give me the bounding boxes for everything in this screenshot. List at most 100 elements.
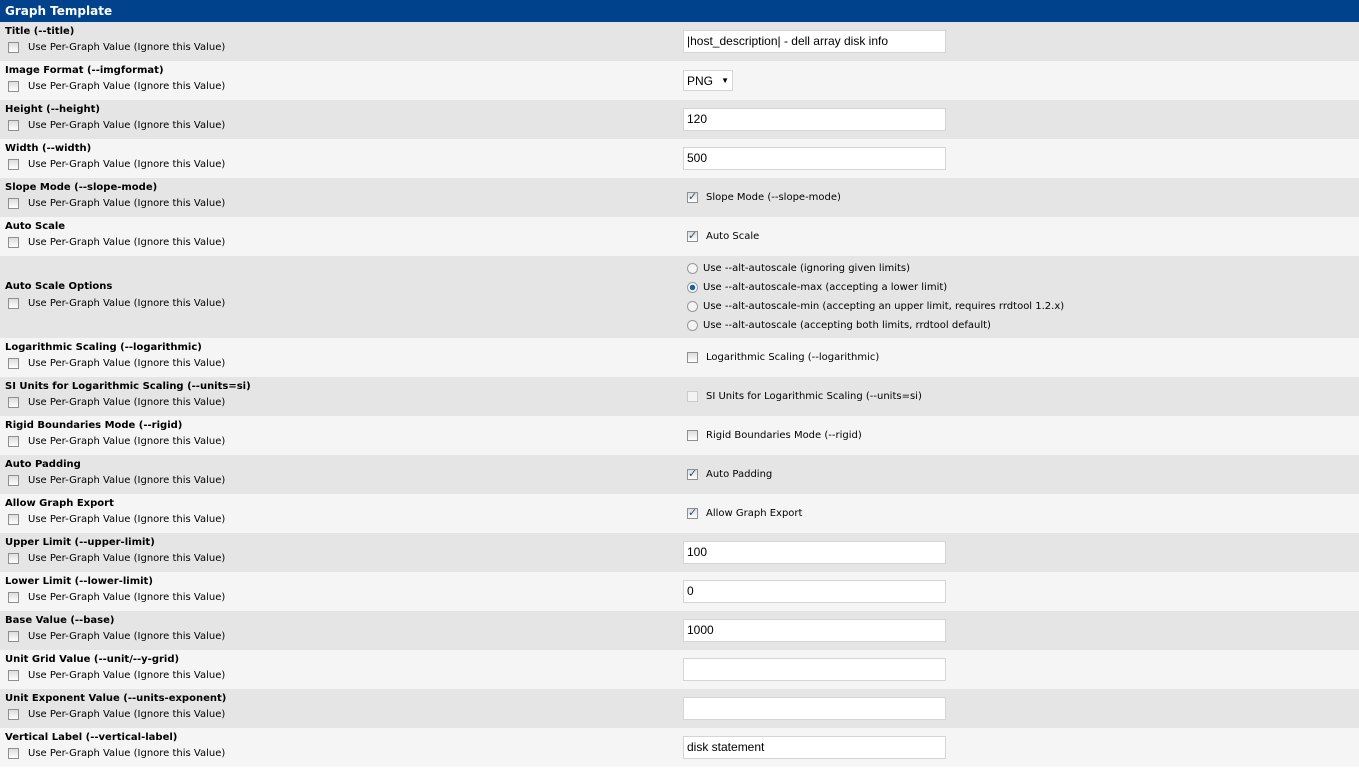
field-row-slope-mode-slope-mode: Slope Mode (--slope-mode) Use Per-Graph V… <box>0 178 1359 217</box>
allow-graph-export-checkbox[interactable] <box>687 506 698 519</box>
use-per-graph-value-label: Use Per-Graph Value (Ignore this Value) <box>28 514 226 525</box>
field-row-title-title: Title (--title) Use Per-Graph Value (Igno… <box>0 22 1359 61</box>
use-per-graph-value-checkbox[interactable] <box>8 198 19 209</box>
field-row-unit-exponent-value-units-exponent: Unit Exponent Value (--units-exponent) Us… <box>0 689 1359 728</box>
checkbox-label: Logarithmic Scaling (--logarithmic) <box>706 352 880 363</box>
field-label: Logarithmic Scaling (--logarithmic) <box>5 341 202 353</box>
height-height-input[interactable]: 120 <box>683 108 946 131</box>
lower-limit-lower-limit-input[interactable]: 0 <box>683 580 946 603</box>
field-row-vertical-label-vertical-label: Vertical Label (--vertical-label) Use Per… <box>0 728 1359 767</box>
use-per-graph-value-checkbox[interactable] <box>8 709 19 720</box>
unit-grid-value-unit-y-grid-input[interactable] <box>683 658 946 681</box>
checkbox-label: Auto Scale <box>706 231 760 242</box>
checkbox-label: Auto Padding <box>706 469 773 480</box>
field-label: Slope Mode (--slope-mode) <box>5 181 158 193</box>
use-per-graph-value-label: Use Per-Graph Value (Ignore this Value) <box>28 397 226 408</box>
width-width-input[interactable]: 500 <box>683 147 946 170</box>
use-per-graph-value-checkbox[interactable] <box>8 358 19 369</box>
title-title-input[interactable]: |host_description| - dell array disk inf… <box>683 30 946 53</box>
use-per-graph-value-checkbox[interactable] <box>8 475 19 486</box>
field-label: Vertical Label (--vertical-label) <box>5 731 178 743</box>
field-label: Height (--height) <box>5 103 100 115</box>
use-per-graph-value-label: Use Per-Graph Value (Ignore this Value) <box>28 81 226 92</box>
autoscale-option-radio[interactable]: Use --alt-autoscale-max (accepting a low… <box>687 278 1359 297</box>
use-per-graph-value-label: Use Per-Graph Value (Ignore this Value) <box>28 592 226 603</box>
field-row-height-height: Height (--height) Use Per-Graph Value (Ig… <box>0 100 1359 139</box>
use-per-graph-value-checkbox[interactable] <box>8 297 19 309</box>
use-per-graph-value-checkbox[interactable] <box>8 397 19 408</box>
use-per-graph-value-checkbox[interactable] <box>8 81 19 92</box>
field-row-logarithmic-scaling-logarithmic: Logarithmic Scaling (--logarithmic) Use P… <box>0 338 1359 377</box>
use-per-graph-value-checkbox[interactable] <box>8 553 19 564</box>
field-row-image-format-imgformat: Image Format (--imgformat) Use Per-Graph … <box>0 61 1359 100</box>
graph-template-form: Title (--title) Use Per-Graph Value (Igno… <box>0 22 1359 767</box>
field-row-lower-limit-lower-limit: Lower Limit (--lower-limit) Use Per-Graph… <box>0 572 1359 611</box>
field-label: Lower Limit (--lower-limit) <box>5 575 153 587</box>
upper-limit-upper-limit-input[interactable]: 100 <box>683 541 946 564</box>
auto-padding-checkbox[interactable] <box>687 467 698 480</box>
radio-label: Use --alt-autoscale (ignoring given limi… <box>703 263 911 274</box>
field-label: Auto Padding <box>5 458 81 470</box>
logarithmic-scaling-logarithmic-checkbox[interactable] <box>687 352 698 363</box>
use-per-graph-value-checkbox[interactable] <box>8 42 19 53</box>
field-row-auto-padding: Auto Padding Use Per-Graph Value (Ignore … <box>0 455 1359 494</box>
use-per-graph-value-label: Use Per-Graph Value (Ignore this Value) <box>28 120 226 131</box>
use-per-graph-value-label: Use Per-Graph Value (Ignore this Value) <box>28 475 226 486</box>
base-value-base-input[interactable]: 1000 <box>683 619 946 642</box>
use-per-graph-value-label: Use Per-Graph Value (Ignore this Value) <box>28 159 226 170</box>
field-row-rigid-boundaries-mode-rigid: Rigid Boundaries Mode (--rigid) Use Per-G… <box>0 416 1359 455</box>
use-per-graph-value-checkbox[interactable] <box>8 120 19 131</box>
use-per-graph-value-label: Use Per-Graph Value (Ignore this Value) <box>28 297 226 309</box>
si-units-for-logarithmic-scaling-units-si-checkbox[interactable] <box>687 391 698 402</box>
checkbox-label: SI Units for Logarithmic Scaling (--unit… <box>706 391 922 402</box>
vertical-label-vertical-label-input[interactable]: disk statement <box>683 736 946 759</box>
use-per-graph-value-label: Use Per-Graph Value (Ignore this Value) <box>28 358 226 369</box>
use-per-graph-value-checkbox[interactable] <box>8 748 19 759</box>
radio-label: Use --alt-autoscale-max (accepting a low… <box>703 282 948 293</box>
radio-button[interactable] <box>687 301 698 312</box>
field-row-auto-scale: Auto Scale Use Per-Graph Value (Ignore th… <box>0 217 1359 256</box>
field-label: SI Units for Logarithmic Scaling (--unit… <box>5 380 251 392</box>
use-per-graph-value-checkbox[interactable] <box>8 670 19 681</box>
use-per-graph-value-checkbox[interactable] <box>8 631 19 642</box>
field-label: Width (--width) <box>5 142 92 154</box>
chevron-down-icon: ▼ <box>721 76 729 85</box>
field-row-base-value-base: Base Value (--base) Use Per-Graph Value (… <box>0 611 1359 650</box>
checkbox-label: Slope Mode (--slope-mode) <box>706 192 841 203</box>
use-per-graph-value-checkbox[interactable] <box>8 592 19 603</box>
use-per-graph-value-checkbox[interactable] <box>8 436 19 447</box>
auto-scale-checkbox[interactable] <box>687 229 698 242</box>
field-label: Image Format (--imgformat) <box>5 64 164 76</box>
unit-exponent-value-units-exponent-input[interactable] <box>683 697 946 720</box>
use-per-graph-value-label: Use Per-Graph Value (Ignore this Value) <box>28 42 226 53</box>
autoscale-option-radio[interactable]: Use --alt-autoscale (accepting both limi… <box>687 316 1359 335</box>
radio-button[interactable] <box>687 263 698 274</box>
field-row-upper-limit-upper-limit: Upper Limit (--upper-limit) Use Per-Graph… <box>0 533 1359 572</box>
checkbox-label: Allow Graph Export <box>706 508 803 519</box>
field-label: Auto Scale <box>5 220 66 232</box>
use-per-graph-value-checkbox[interactable] <box>8 159 19 170</box>
autoscale-option-radio[interactable]: Use --alt-autoscale (ignoring given limi… <box>687 259 1359 278</box>
field-row-auto-scale-options: Auto Scale Options Use Per-Graph Value (I… <box>0 256 1359 338</box>
slope-mode-slope-mode-checkbox[interactable] <box>687 190 698 203</box>
checkbox-label: Rigid Boundaries Mode (--rigid) <box>706 430 862 441</box>
use-per-graph-value-label: Use Per-Graph Value (Ignore this Value) <box>28 198 226 209</box>
field-label: Title (--title) <box>5 25 75 37</box>
section-header: Graph Template <box>0 0 1359 22</box>
use-per-graph-value-checkbox[interactable] <box>8 237 19 248</box>
radio-button[interactable] <box>687 320 698 331</box>
field-label: Auto Scale Options <box>5 281 113 292</box>
use-per-graph-value-checkbox[interactable] <box>8 514 19 525</box>
field-label: Rigid Boundaries Mode (--rigid) <box>5 419 183 431</box>
field-label: Base Value (--base) <box>5 614 115 626</box>
radio-label: Use --alt-autoscale (accepting both limi… <box>703 320 991 331</box>
field-label: Unit Exponent Value (--units-exponent) <box>5 692 227 704</box>
use-per-graph-value-label: Use Per-Graph Value (Ignore this Value) <box>28 709 226 720</box>
rigid-boundaries-mode-rigid-checkbox[interactable] <box>687 430 698 441</box>
radio-button[interactable] <box>687 282 698 293</box>
autoscale-option-radio[interactable]: Use --alt-autoscale-min (accepting an up… <box>687 297 1359 316</box>
field-label: Unit Grid Value (--unit/--y-grid) <box>5 653 180 665</box>
use-per-graph-value-label: Use Per-Graph Value (Ignore this Value) <box>28 748 226 759</box>
image-format-select[interactable]: PNG ▼ <box>683 70 733 91</box>
use-per-graph-value-label: Use Per-Graph Value (Ignore this Value) <box>28 436 226 447</box>
